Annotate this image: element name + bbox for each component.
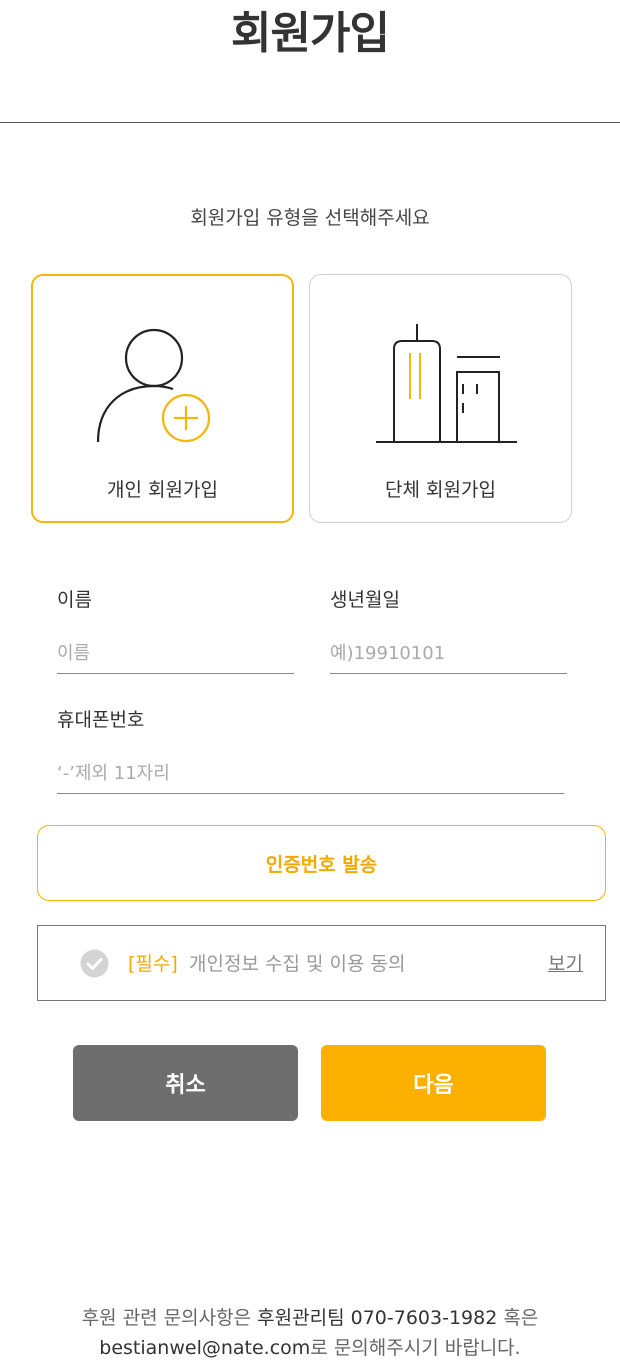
footer-contact: 후원 관련 문의사항은 후원관리팀 070-7603-1982 혹은 besti… — [0, 1303, 620, 1361]
footer-closing: 로 문의해주시기 바랍니다. — [310, 1337, 521, 1359]
name-label: 이름 — [57, 589, 92, 611]
personal-signup-card[interactable]: 개인 회원가입 — [31, 274, 294, 523]
personal-signup-label: 개인 회원가입 — [107, 479, 218, 501]
next-button[interactable]: 다음 — [321, 1045, 546, 1121]
required-tag: [필수] — [128, 953, 178, 975]
name-input[interactable] — [57, 638, 294, 674]
phone-input[interactable] — [57, 758, 564, 794]
privacy-consent-row: [필수] 개인정보 수집 및 이용 동의 보기 — [37, 925, 606, 1001]
cancel-button[interactable]: 취소 — [73, 1045, 298, 1121]
footer-line-1: 후원 관련 문의사항은 후원관리팀 070-7603-1982 혹은 — [0, 1303, 620, 1333]
footer-line-2: bestianwel@nate.com로 문의해주시기 바랍니다. — [0, 1333, 620, 1361]
checkmark-circle-icon[interactable] — [80, 949, 109, 978]
phone-label: 휴대폰번호 — [57, 709, 145, 731]
group-signup-card[interactable]: 단체 회원가입 — [309, 274, 572, 523]
group-signup-label: 단체 회원가입 — [385, 479, 496, 501]
view-terms-link[interactable]: 보기 — [548, 950, 583, 978]
footer-phone: 070-7603-1982 — [350, 1307, 498, 1329]
footer-email: bestianwel@nate.com — [99, 1337, 311, 1359]
title-divider — [0, 122, 620, 123]
send-verification-code-button[interactable]: 인증번호 발송 — [37, 825, 606, 901]
footer-team: 후원관리팀 — [257, 1307, 345, 1329]
signup-type-prompt: 회원가입 유형을 선택해주세요 — [190, 207, 430, 229]
footer-suffix: 혹은 — [497, 1307, 539, 1329]
birthdate-input[interactable] — [330, 638, 567, 674]
footer-prefix: 후원 관련 문의사항은 — [81, 1307, 258, 1329]
page-title: 회원가입 — [231, 8, 390, 59]
consent-text: 개인정보 수집 및 이용 동의 — [189, 953, 406, 975]
birthdate-label: 생년월일 — [330, 589, 400, 611]
